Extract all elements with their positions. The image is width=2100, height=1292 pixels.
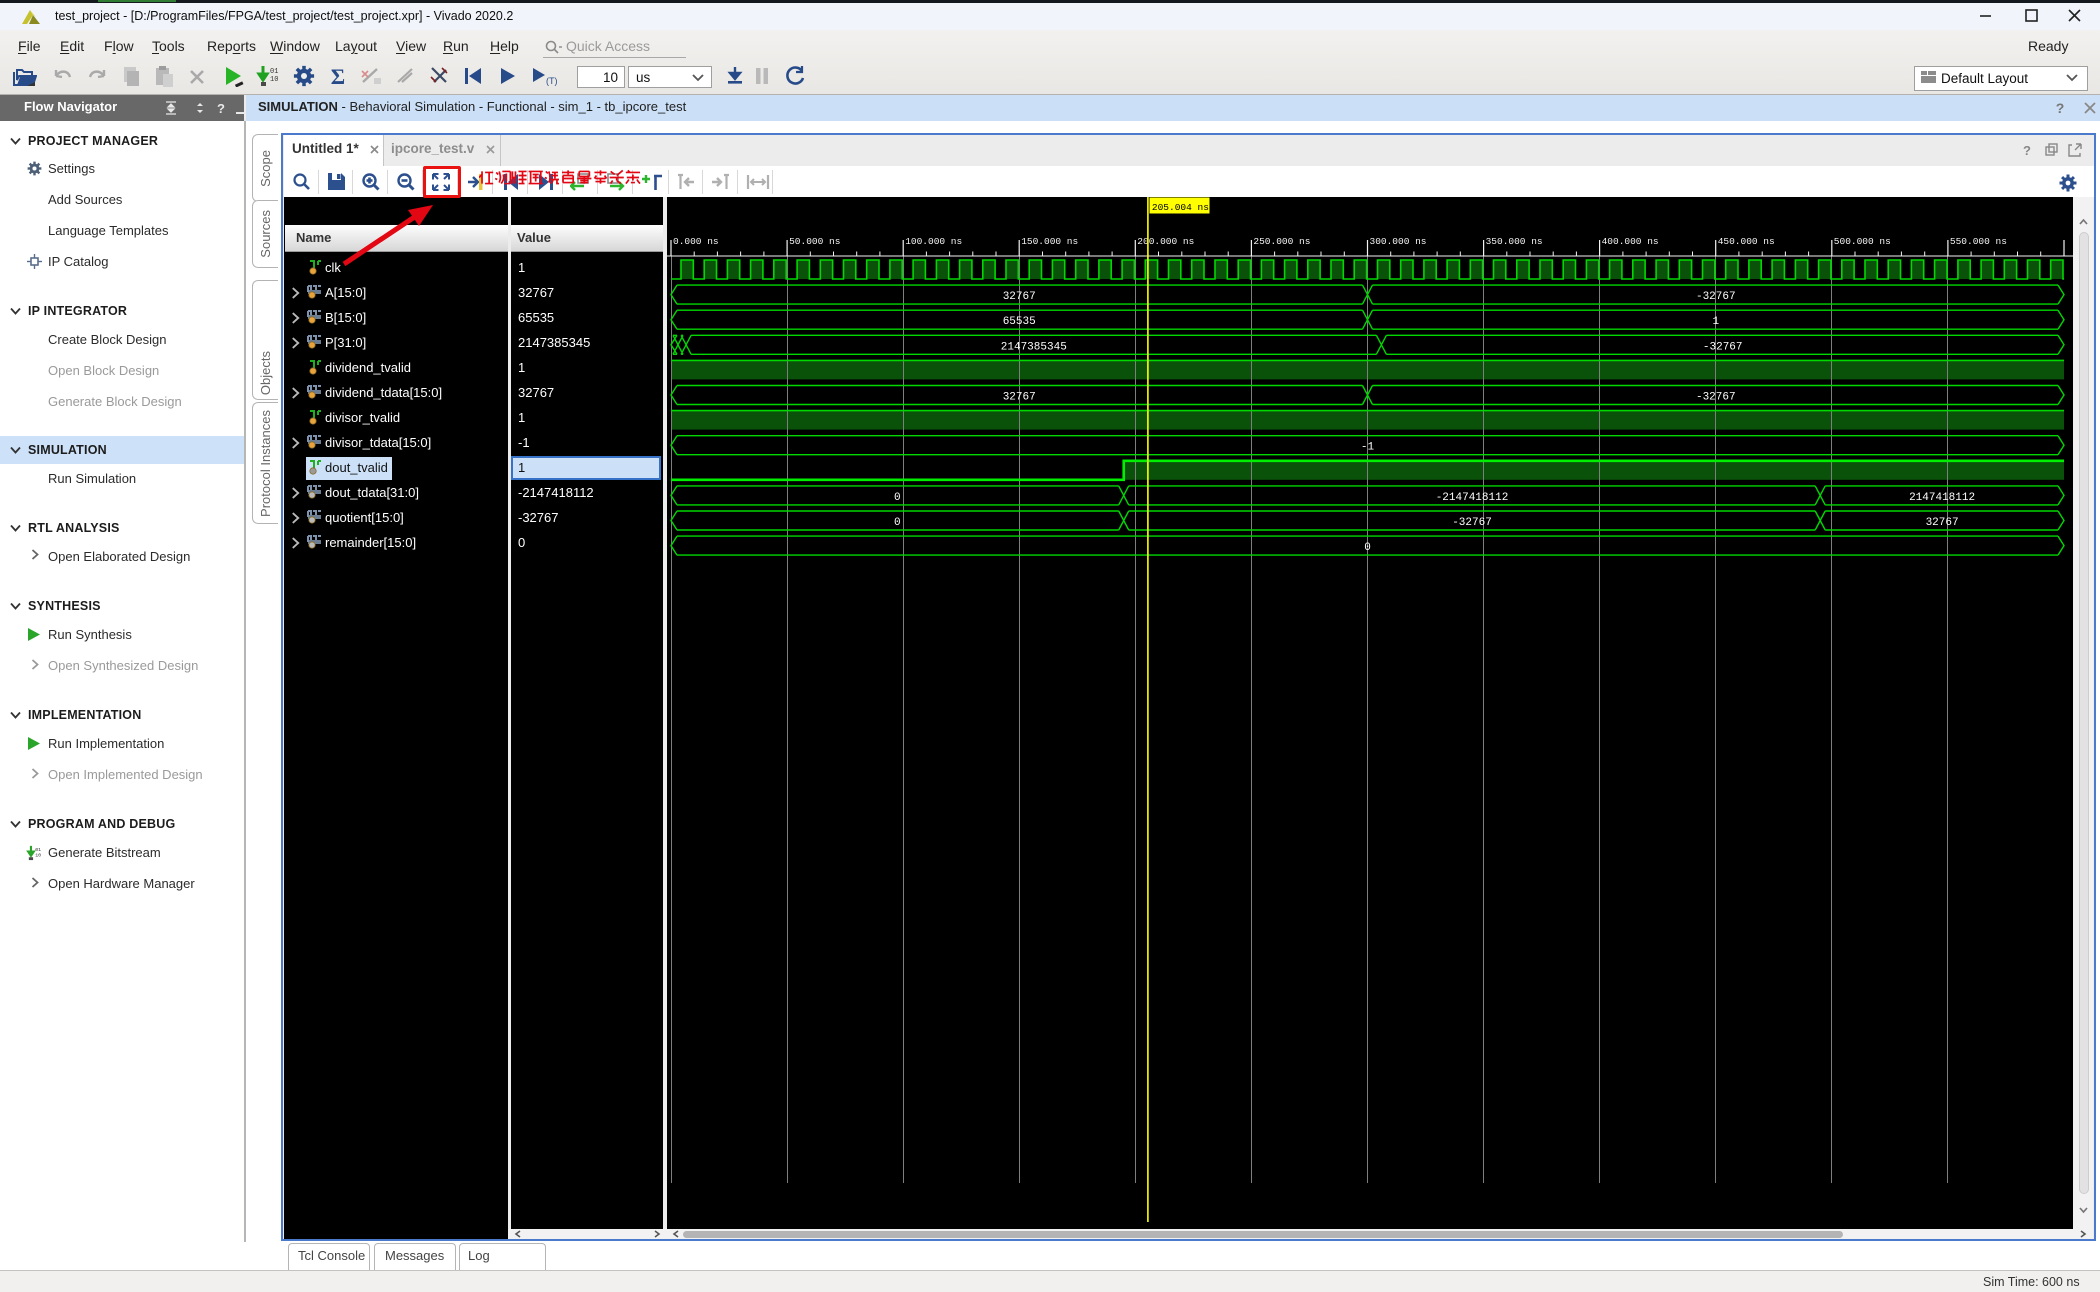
svg-text:1: 1 <box>1712 316 1719 328</box>
svg-text:-2147418112: -2147418112 <box>1436 492 1509 504</box>
svg-text:?: ? <box>2056 100 2065 116</box>
svg-text:10: 10 <box>35 853 41 859</box>
svg-text:550.000 ns: 550.000 ns <box>1950 236 2007 247</box>
svg-text:500.000 ns: 500.000 ns <box>1834 236 1891 247</box>
svg-text:50.000 ns: 50.000 ns <box>789 236 840 247</box>
svg-text:200.000 ns: 200.000 ns <box>1137 236 1194 247</box>
svg-text:2147418112: 2147418112 <box>1909 492 1975 504</box>
svg-text:?: ? <box>2023 143 2031 158</box>
svg-text:Σ: Σ <box>331 64 345 88</box>
svg-text:150.000 ns: 150.000 ns <box>1021 236 1078 247</box>
svg-text:450.000 ns: 450.000 ns <box>1718 236 1775 247</box>
svg-text:350.000 ns: 350.000 ns <box>1486 236 1543 247</box>
svg-text:205.004 ns: 205.004 ns <box>1152 202 1209 213</box>
svg-text:?: ? <box>217 101 225 115</box>
svg-text:250.000 ns: 250.000 ns <box>1253 236 1310 247</box>
svg-text:65535: 65535 <box>1003 316 1036 328</box>
svg-text:0.000 ns: 0.000 ns <box>673 236 719 247</box>
svg-text:-32767: -32767 <box>1696 392 1736 404</box>
svg-text:0: 0 <box>894 492 901 504</box>
svg-text:10: 10 <box>270 76 278 84</box>
svg-text:-32767: -32767 <box>1452 517 1492 529</box>
svg-text:-32767: -32767 <box>1696 291 1736 303</box>
svg-text:0: 0 <box>1364 542 1371 554</box>
svg-text:0: 0 <box>894 517 901 529</box>
svg-text:2147385345: 2147385345 <box>1001 341 1067 353</box>
svg-text:100.000 ns: 100.000 ns <box>905 236 962 247</box>
svg-text:01: 01 <box>35 847 41 853</box>
svg-text:01: 01 <box>270 68 278 76</box>
svg-text:32767: 32767 <box>1926 517 1959 529</box>
svg-text:-32767: -32767 <box>1703 341 1743 353</box>
svg-text:300.000 ns: 300.000 ns <box>1370 236 1427 247</box>
svg-text:-1: -1 <box>1361 442 1375 454</box>
svg-text:(T): (T) <box>546 76 558 86</box>
svg-text:400.000 ns: 400.000 ns <box>1602 236 1659 247</box>
svg-text:32767: 32767 <box>1003 392 1036 404</box>
svg-text:32767: 32767 <box>1003 291 1036 303</box>
